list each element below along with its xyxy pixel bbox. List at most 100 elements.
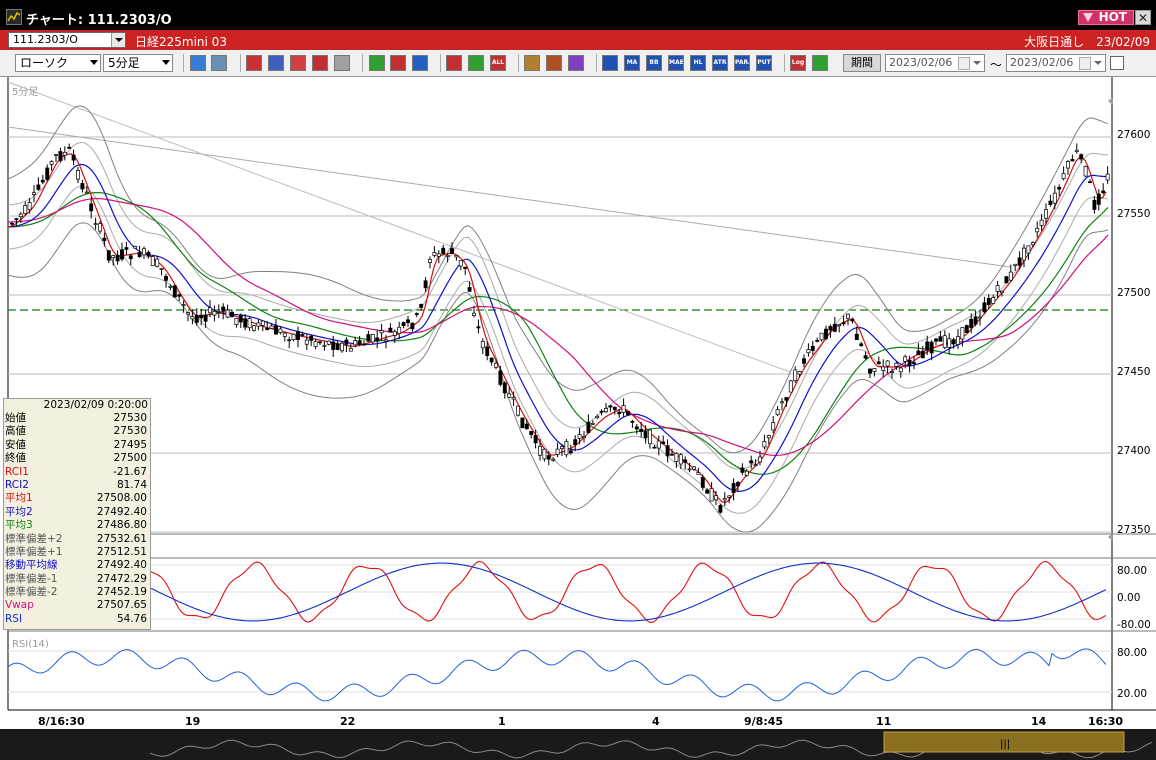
candle-body [577, 434, 582, 439]
candle-body [181, 304, 186, 306]
candle-body [489, 357, 494, 363]
candle-body [793, 369, 798, 382]
log-button[interactable]: Log [790, 55, 806, 71]
compare-button[interactable] [290, 55, 306, 71]
candle-body [815, 340, 820, 342]
candle-body [1044, 209, 1048, 219]
para-button[interactable]: PARA [734, 55, 750, 71]
candle-body [608, 405, 613, 408]
candle-body [670, 453, 674, 456]
export-button[interactable] [812, 55, 828, 71]
candle-body [560, 446, 564, 449]
chevron-down-icon[interactable] [111, 33, 125, 47]
rotate-button[interactable] [412, 55, 428, 71]
ma-button[interactable]: MA [624, 55, 640, 71]
cursor-button[interactable] [390, 55, 406, 71]
put-button[interactable]: PUT [756, 55, 772, 71]
zoom-button[interactable] [268, 55, 284, 71]
candle-body [846, 313, 850, 319]
candle-body [934, 338, 938, 342]
all-button[interactable]: ALL [490, 55, 506, 71]
legend-row: 平均3 27486.80 [4, 519, 150, 532]
candle-body [1008, 271, 1013, 281]
chevron-down-icon[interactable] [973, 61, 981, 65]
hl-button[interactable]: HL [690, 55, 706, 71]
date-from-field[interactable]: 2023/02/06 [885, 54, 985, 72]
candle-body [520, 417, 525, 429]
chevron-down-icon [162, 60, 170, 65]
x-axis-label: 22 [340, 715, 356, 728]
interval-select[interactable]: 5分足 [103, 54, 173, 72]
candle-body [758, 456, 762, 463]
settings-button[interactable] [524, 55, 540, 71]
candle-body [516, 405, 520, 416]
candle-body [507, 393, 512, 398]
candle-body [916, 350, 921, 356]
symbol-select[interactable]: 111.2303/O [8, 32, 126, 48]
pen-button[interactable] [369, 55, 385, 71]
candle-body [89, 203, 94, 212]
lock-button[interactable] [334, 55, 350, 71]
legend-value: 27530 [113, 425, 147, 438]
close-button[interactable]: ✕ [1135, 10, 1151, 25]
period-button[interactable]: 期間 [843, 54, 881, 72]
candle-body [282, 332, 287, 337]
candle-body [590, 423, 595, 425]
session-date: 23/02/09 [1096, 35, 1150, 49]
candle-body [458, 259, 463, 267]
legend-row: RCI2 81.74 [4, 479, 150, 492]
line-tool-button[interactable] [246, 55, 262, 71]
search-button[interactable] [190, 55, 206, 71]
chart-canvas[interactable]: ||| [0, 77, 1156, 760]
candle-body [599, 410, 604, 413]
candle-body [731, 483, 736, 493]
candle-body [1061, 173, 1066, 179]
palette-button[interactable] [568, 55, 584, 71]
brush-button[interactable] [546, 55, 562, 71]
candle-body [485, 346, 490, 356]
mae-button[interactable]: MAE [668, 55, 684, 71]
legend-label: 高値 [5, 425, 26, 438]
grid-button[interactable] [211, 55, 227, 71]
candle-body [982, 302, 987, 313]
candle-body [450, 248, 454, 254]
candle-body [14, 218, 19, 220]
hot-button[interactable]: HOT [1078, 10, 1134, 25]
chevron-down-icon[interactable] [1094, 61, 1102, 65]
chart-type-select[interactable]: ローソク [15, 54, 101, 72]
symbol-name: 日経225mini 03 [135, 35, 227, 49]
candle-body [749, 460, 754, 464]
chart-area[interactable]: ||| 5分足 RSI(14) 27600 27550 27500 27450 … [0, 77, 1156, 760]
candle-body [643, 430, 648, 439]
date-to-field[interactable]: 2023/02/06 [1006, 54, 1106, 72]
bb-button[interactable]: BB [646, 55, 662, 71]
candle-button[interactable] [446, 55, 462, 71]
candle-body [969, 318, 974, 329]
calendar-icon[interactable] [1079, 57, 1091, 70]
legend-row: 標準偏差+2 27532.61 [4, 533, 150, 546]
window-title: チャート: 111.2303/O [26, 13, 172, 28]
candle-body [951, 339, 956, 345]
bollinger-upper [7, 105, 1109, 454]
candle-body [1048, 200, 1053, 205]
legend-row: 高値 27530 [4, 425, 150, 438]
candle-body [1052, 192, 1057, 204]
candle-body [234, 318, 239, 325]
multi-button[interactable] [312, 55, 328, 71]
candle-body [582, 436, 586, 439]
candle-body [595, 415, 600, 419]
range-checkbox[interactable] [1110, 56, 1124, 70]
candle-body [225, 309, 230, 318]
candle-body [1088, 181, 1092, 184]
vol-button[interactable] [602, 55, 618, 71]
calendar-icon[interactable] [958, 57, 970, 70]
candle-body [216, 311, 221, 313]
candle-body [802, 358, 806, 364]
candle-body [586, 421, 591, 433]
candle-body [164, 275, 168, 281]
atr-button[interactable]: ATR [712, 55, 728, 71]
data-legend: 2023/02/09 0:20:00 始値 27530 高値 27530 安値 27495… [3, 398, 151, 630]
rsi-label: 20.00 [1117, 688, 1148, 700]
candle-body [841, 322, 846, 325]
bars-button[interactable] [468, 55, 484, 71]
